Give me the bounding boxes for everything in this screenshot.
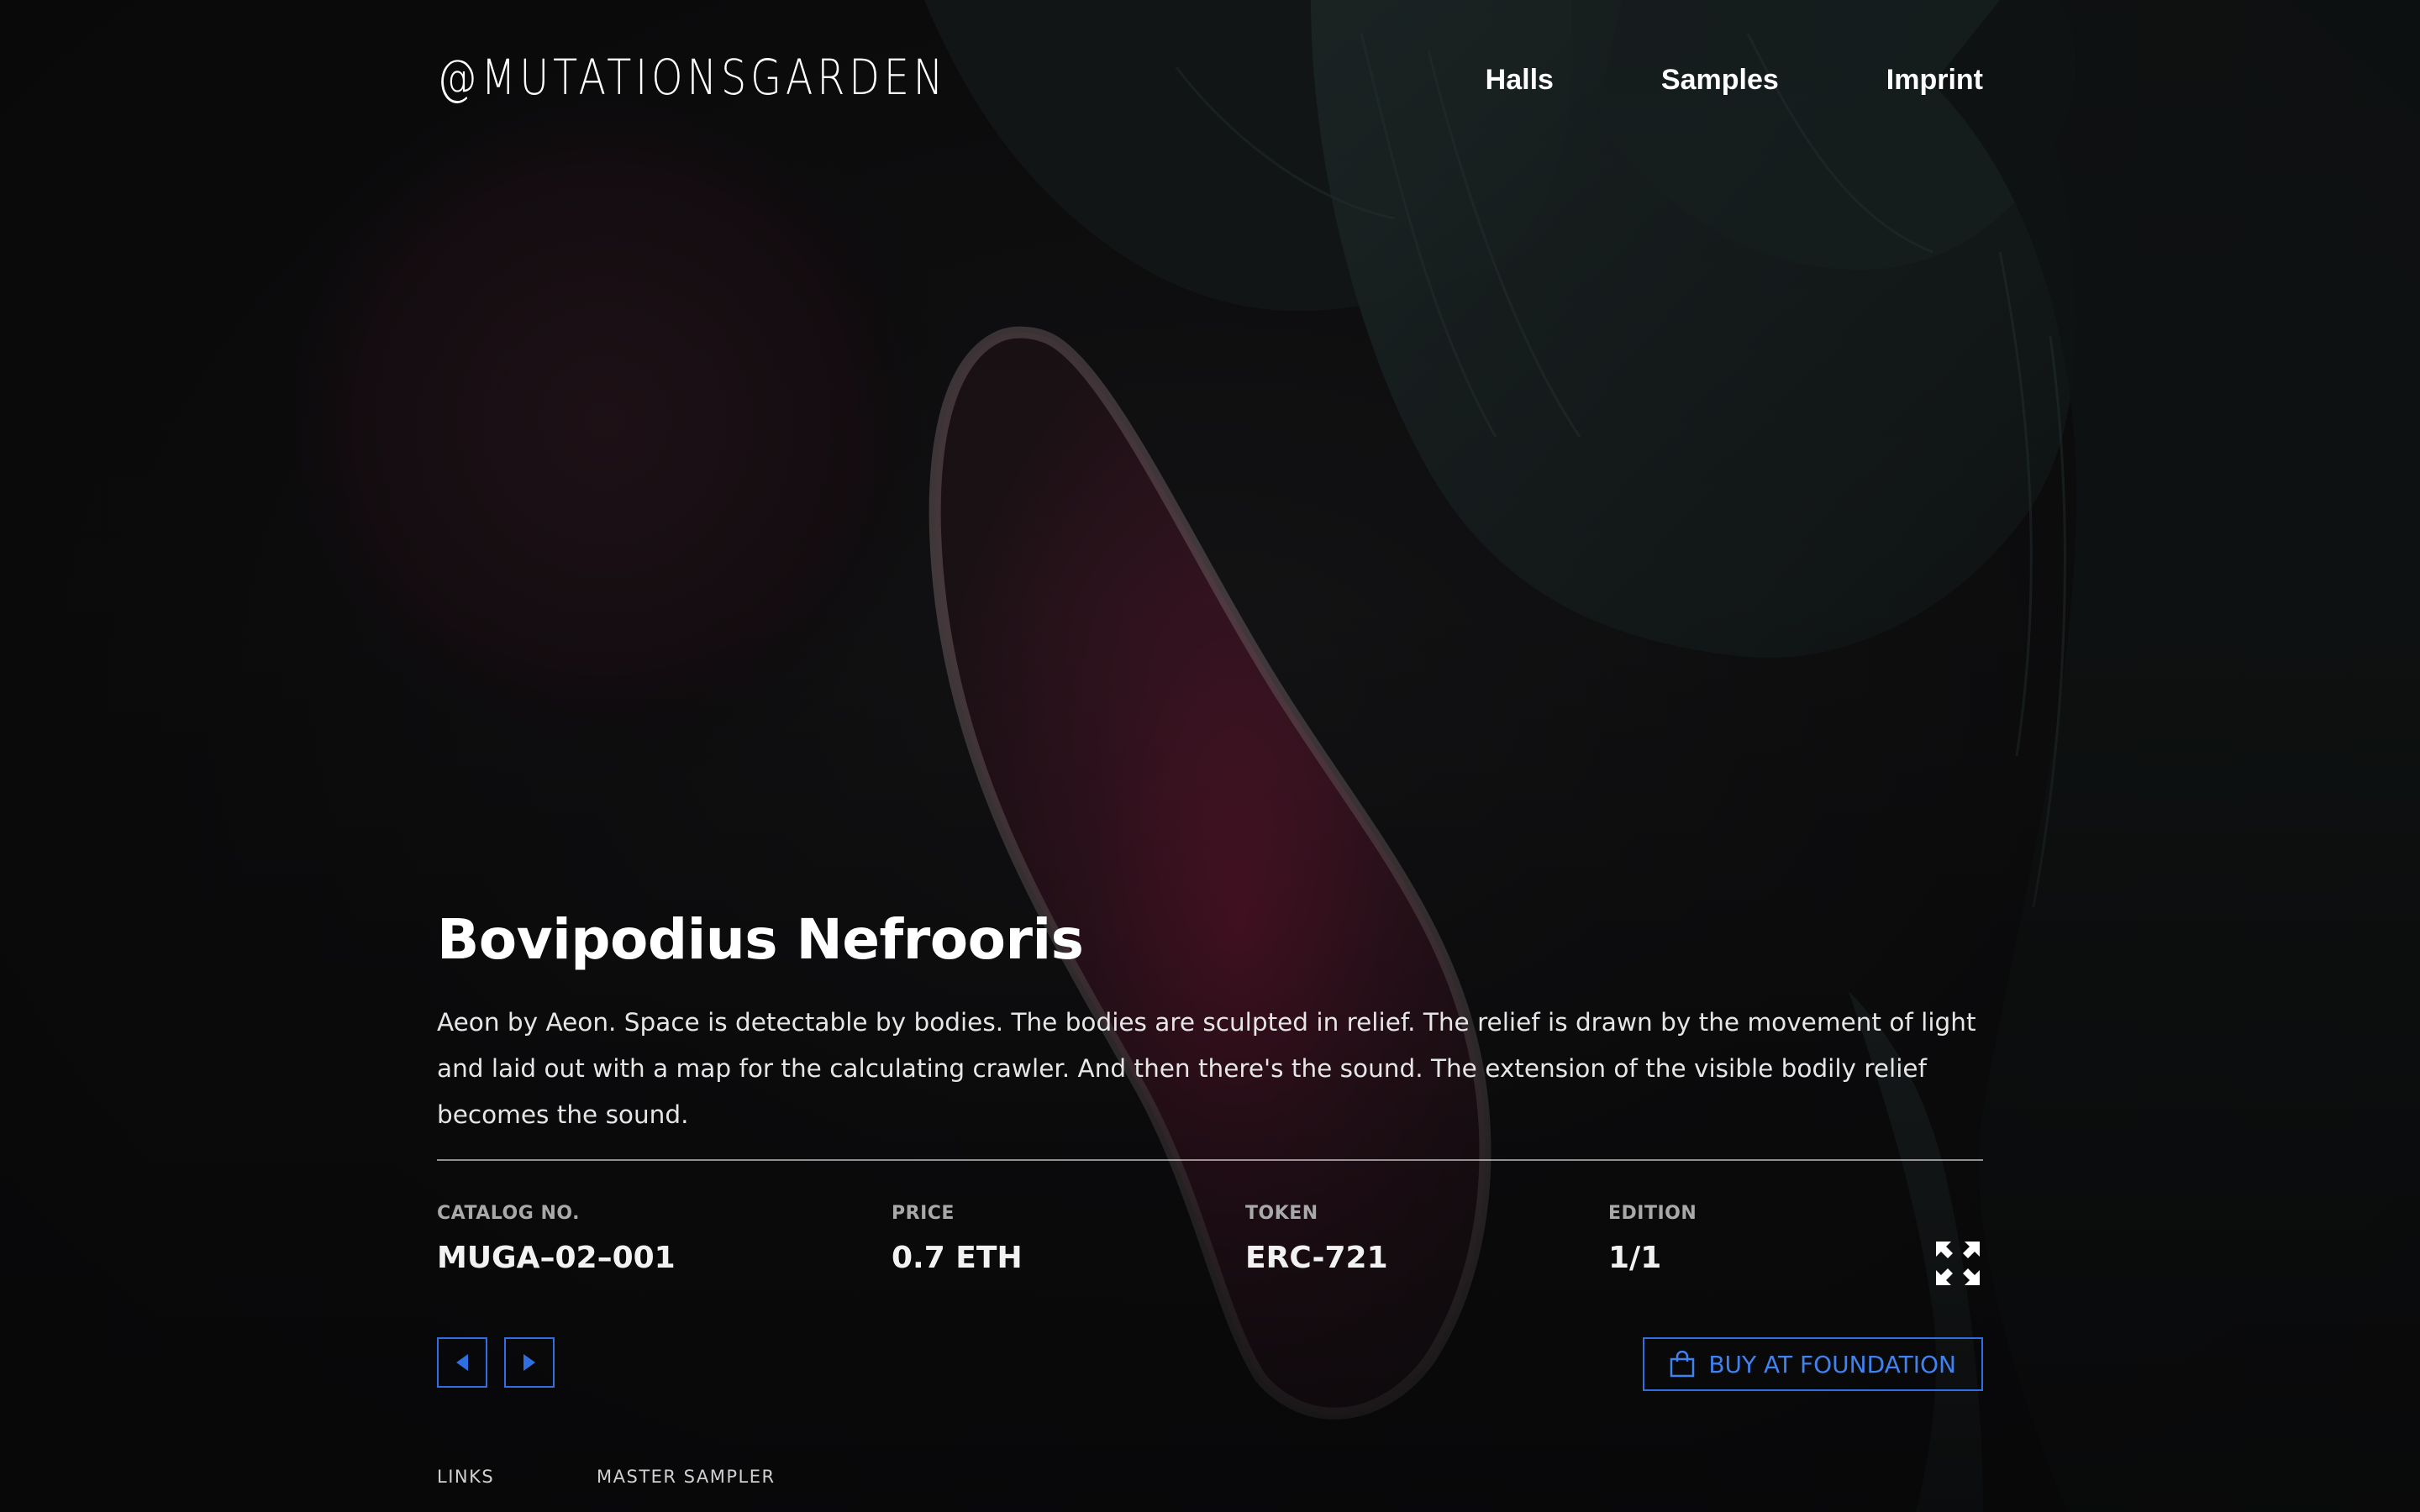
edition-label: EDITION xyxy=(1608,1203,1697,1224)
content-column: @MUTATIONSGARDEN Halls Samples Imprint B… xyxy=(437,0,1983,1512)
buy-label: BUY AT FOUNDATION xyxy=(1708,1350,1956,1378)
price-value: 0.7 ETH xyxy=(892,1241,1023,1275)
nav-link-halls[interactable]: Halls xyxy=(1486,64,1554,97)
buy-at-foundation-button[interactable]: BUY AT FOUNDATION xyxy=(1643,1337,1983,1391)
artwork-title: Bovipodius Nefrooris xyxy=(437,907,1084,972)
divider xyxy=(437,1159,1983,1161)
caret-left-icon xyxy=(456,1354,468,1371)
meta-token: TOKEN ERC-721 xyxy=(1245,1203,1388,1275)
price-label: PRICE xyxy=(892,1203,955,1224)
footer-master-sampler-link[interactable]: MASTER SAMPLER xyxy=(597,1467,776,1487)
nav-link-imprint[interactable]: Imprint xyxy=(1886,64,1983,97)
token-value: ERC-721 xyxy=(1245,1241,1388,1275)
catalog-value: MUGA–02–001 xyxy=(437,1241,676,1275)
artwork-description: Aeon by Aeon. Space is detectable by bod… xyxy=(437,1008,1976,1129)
meta-edition: EDITION 1/1 xyxy=(1608,1203,1697,1275)
nav-link-samples[interactable]: Samples xyxy=(1661,64,1779,97)
next-button[interactable] xyxy=(504,1337,555,1388)
token-label: TOKEN xyxy=(1245,1203,1318,1224)
expand-icon[interactable] xyxy=(1934,1240,1981,1287)
site-logo[interactable]: @MUTATIONSGARDEN xyxy=(437,49,947,106)
prev-button[interactable] xyxy=(437,1337,487,1388)
meta-catalog: CATALOG NO. MUGA–02–001 xyxy=(437,1203,676,1275)
meta-price: PRICE 0.7 ETH xyxy=(892,1203,1023,1275)
shopping-bag-icon xyxy=(1670,1351,1695,1378)
footer-links-label[interactable]: LINKS xyxy=(437,1467,494,1487)
edition-value: 1/1 xyxy=(1608,1241,1662,1275)
catalog-label: CATALOG NO. xyxy=(437,1203,580,1224)
page: @MUTATIONSGARDEN Halls Samples Imprint B… xyxy=(0,0,2420,1512)
caret-right-icon xyxy=(523,1354,535,1371)
main-nav: Halls Samples Imprint xyxy=(1486,64,1983,97)
